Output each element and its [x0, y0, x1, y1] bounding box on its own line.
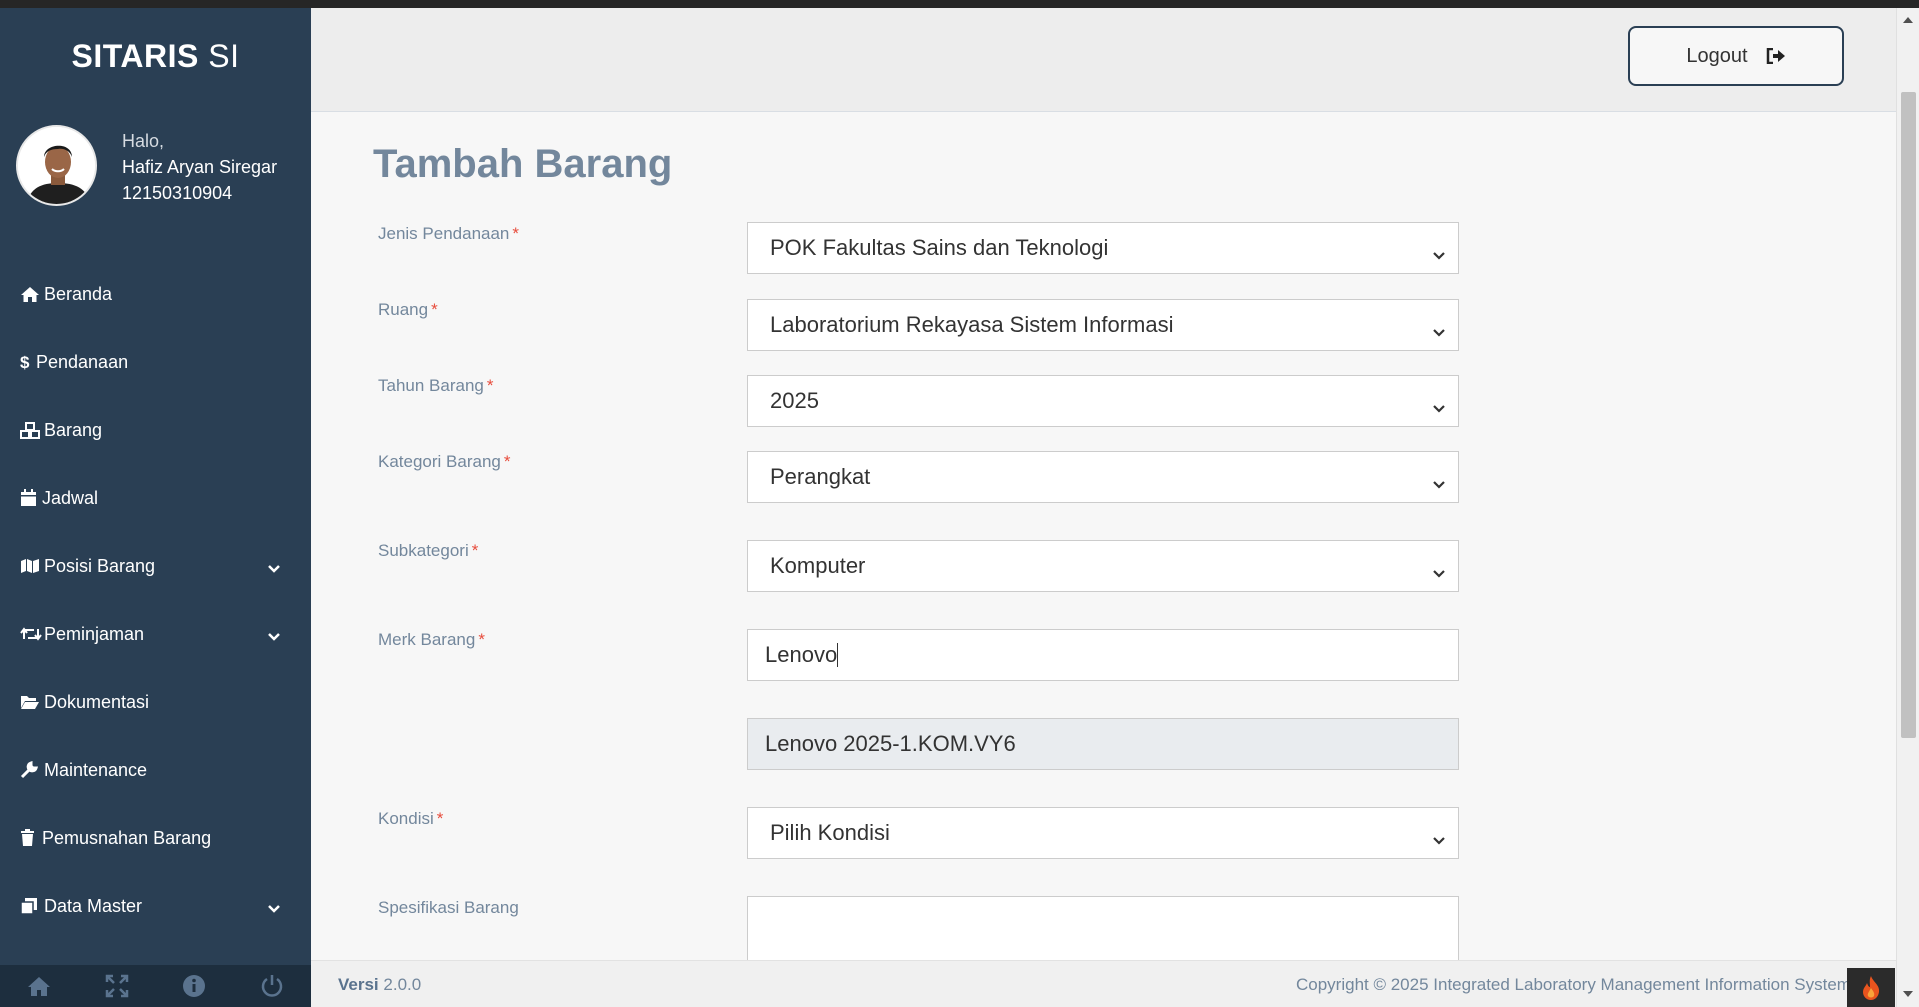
chevron-down-icon [1432, 826, 1446, 852]
page-scrollbar[interactable] [1896, 8, 1919, 1007]
retweet-icon [20, 625, 42, 643]
kondisi-select[interactable]: Pilih Kondisi [747, 807, 1459, 859]
trash-icon [20, 829, 40, 847]
app-brand[interactable]: SITARIS SI [0, 38, 311, 75]
sidebar-item-pendanaan[interactable]: $ Pendanaan [0, 328, 311, 396]
sidebar-item-label: Jadwal [42, 487, 99, 508]
clone-icon [20, 897, 42, 915]
browser-top-strip [0, 0, 1919, 8]
sidebar-footer [0, 965, 311, 1007]
merk-barang-input[interactable]: Lenovo [747, 629, 1459, 681]
sidebar-item-label: Data Master [44, 895, 143, 916]
user-profile: Halo, Hafiz Aryan Siregar 12150310904 [122, 128, 277, 206]
sidebar-item-label: Peminjaman [44, 623, 145, 644]
sign-out-icon [1766, 48, 1786, 64]
svg-text:$: $ [20, 353, 30, 371]
home-icon[interactable] [0, 965, 78, 1007]
chevron-down-icon [267, 626, 281, 647]
page-title: Tambah Barang [373, 142, 673, 186]
calendar-icon [20, 489, 40, 507]
sidebar-menu: Beranda $ Pendanaan Barang Jadwal Posisi… [0, 260, 311, 940]
chevron-down-icon [267, 898, 281, 919]
sidebar-item-data-master[interactable]: Data Master [0, 872, 311, 940]
page-footer: Versi 2.0.0 Copyright © 2025 Integrated … [311, 960, 1896, 1007]
chevron-down-icon [1432, 394, 1446, 420]
kategori-barang-select[interactable]: Perangkat [747, 451, 1459, 503]
sidebar-item-barang[interactable]: Barang [0, 396, 311, 464]
label-spesifikasi-barang: Spesifikasi Barang [378, 898, 519, 917]
logout-label: Logout [1686, 44, 1748, 67]
fullscreen-icon[interactable] [78, 965, 156, 1007]
sidebar-item-label: Maintenance [44, 759, 148, 780]
power-icon[interactable] [233, 965, 311, 1007]
text-cursor [837, 643, 839, 667]
wrench-icon [20, 761, 42, 779]
ruang-select[interactable]: Laboratorium Rekayasa Sistem Informasi [747, 299, 1459, 351]
label-merk-barang: Merk Barang * [378, 630, 485, 649]
subkategori-select[interactable]: Komputer [747, 540, 1459, 592]
chevron-down-icon [1432, 470, 1446, 496]
user-name: Hafiz Aryan Siregar [122, 157, 278, 177]
chevron-down-icon [1432, 241, 1446, 267]
sidebar-item-label: Beranda [44, 283, 113, 304]
sidebar-item-label: Posisi Barang [44, 555, 156, 576]
fire-icon[interactable] [1847, 968, 1895, 1007]
user-id: 12150310904 [122, 183, 233, 203]
logout-button[interactable]: Logout [1628, 26, 1844, 86]
sidebar-item-jadwal[interactable]: Jadwal [0, 464, 311, 532]
map-icon [20, 557, 42, 575]
sidebar-item-label: Dokumentasi [44, 691, 150, 712]
label-tahun-barang: Tahun Barang * [378, 376, 494, 395]
copyright-text: Copyright © 2025 Integrated Laboratory M… [1296, 975, 1851, 994]
chevron-down-icon [1432, 559, 1446, 585]
jenis-pendanaan-select[interactable]: POK Fakultas Sains dan Teknologi [747, 222, 1459, 274]
sidebar-item-posisi-barang[interactable]: Posisi Barang [0, 532, 311, 600]
sidebar-item-label: Barang [44, 419, 103, 440]
sidebar-item-label: Pemusnahan Barang [42, 827, 212, 848]
label-kategori-barang: Kategori Barang * [378, 452, 511, 471]
chevron-down-icon [1432, 318, 1446, 344]
sidebar-item-peminjaman[interactable]: Peminjaman [0, 600, 311, 668]
folder-open-icon [20, 693, 42, 711]
greeting-text: Halo, [122, 131, 165, 151]
top-navbar: Logout [311, 8, 1896, 112]
scrollbar-thumb[interactable] [1901, 92, 1916, 738]
info-icon[interactable] [156, 965, 234, 1007]
avatar [16, 125, 97, 206]
sidebar-item-pemusnahan-barang[interactable]: Pemusnahan Barang [0, 804, 311, 872]
scroll-down-icon[interactable] [1903, 985, 1913, 1003]
cubes-icon [20, 421, 42, 439]
kode-barang-readonly: Lenovo 2025-1.KOM.VY6 [747, 718, 1459, 770]
version-info: Versi 2.0.0 [338, 975, 422, 994]
label-kondisi: Kondisi * [378, 809, 444, 828]
label-jenis-pendanaan: Jenis Pendanaan * [378, 224, 520, 243]
sidebar-item-maintenance[interactable]: Maintenance [0, 736, 311, 804]
dollar-icon: $ [20, 353, 34, 371]
chevron-down-icon [267, 558, 281, 579]
scroll-up-icon[interactable] [1903, 10, 1913, 28]
main-content: Tambah Barang Jenis Pendanaan * POK Fakul… [311, 112, 1896, 976]
sidebar-item-dokumentasi[interactable]: Dokumentasi [0, 668, 311, 736]
sidebar-item-beranda[interactable]: Beranda [0, 260, 311, 328]
label-ruang: Ruang * [378, 300, 438, 319]
label-subkategori: Subkategori * [378, 541, 479, 560]
sidebar: SITARIS SI Halo, Hafiz Aryan Siregar 121… [0, 8, 311, 1007]
sidebar-item-label: Pendanaan [36, 351, 129, 372]
tahun-barang-select[interactable]: 2025 [747, 375, 1459, 427]
home-icon [20, 285, 42, 303]
